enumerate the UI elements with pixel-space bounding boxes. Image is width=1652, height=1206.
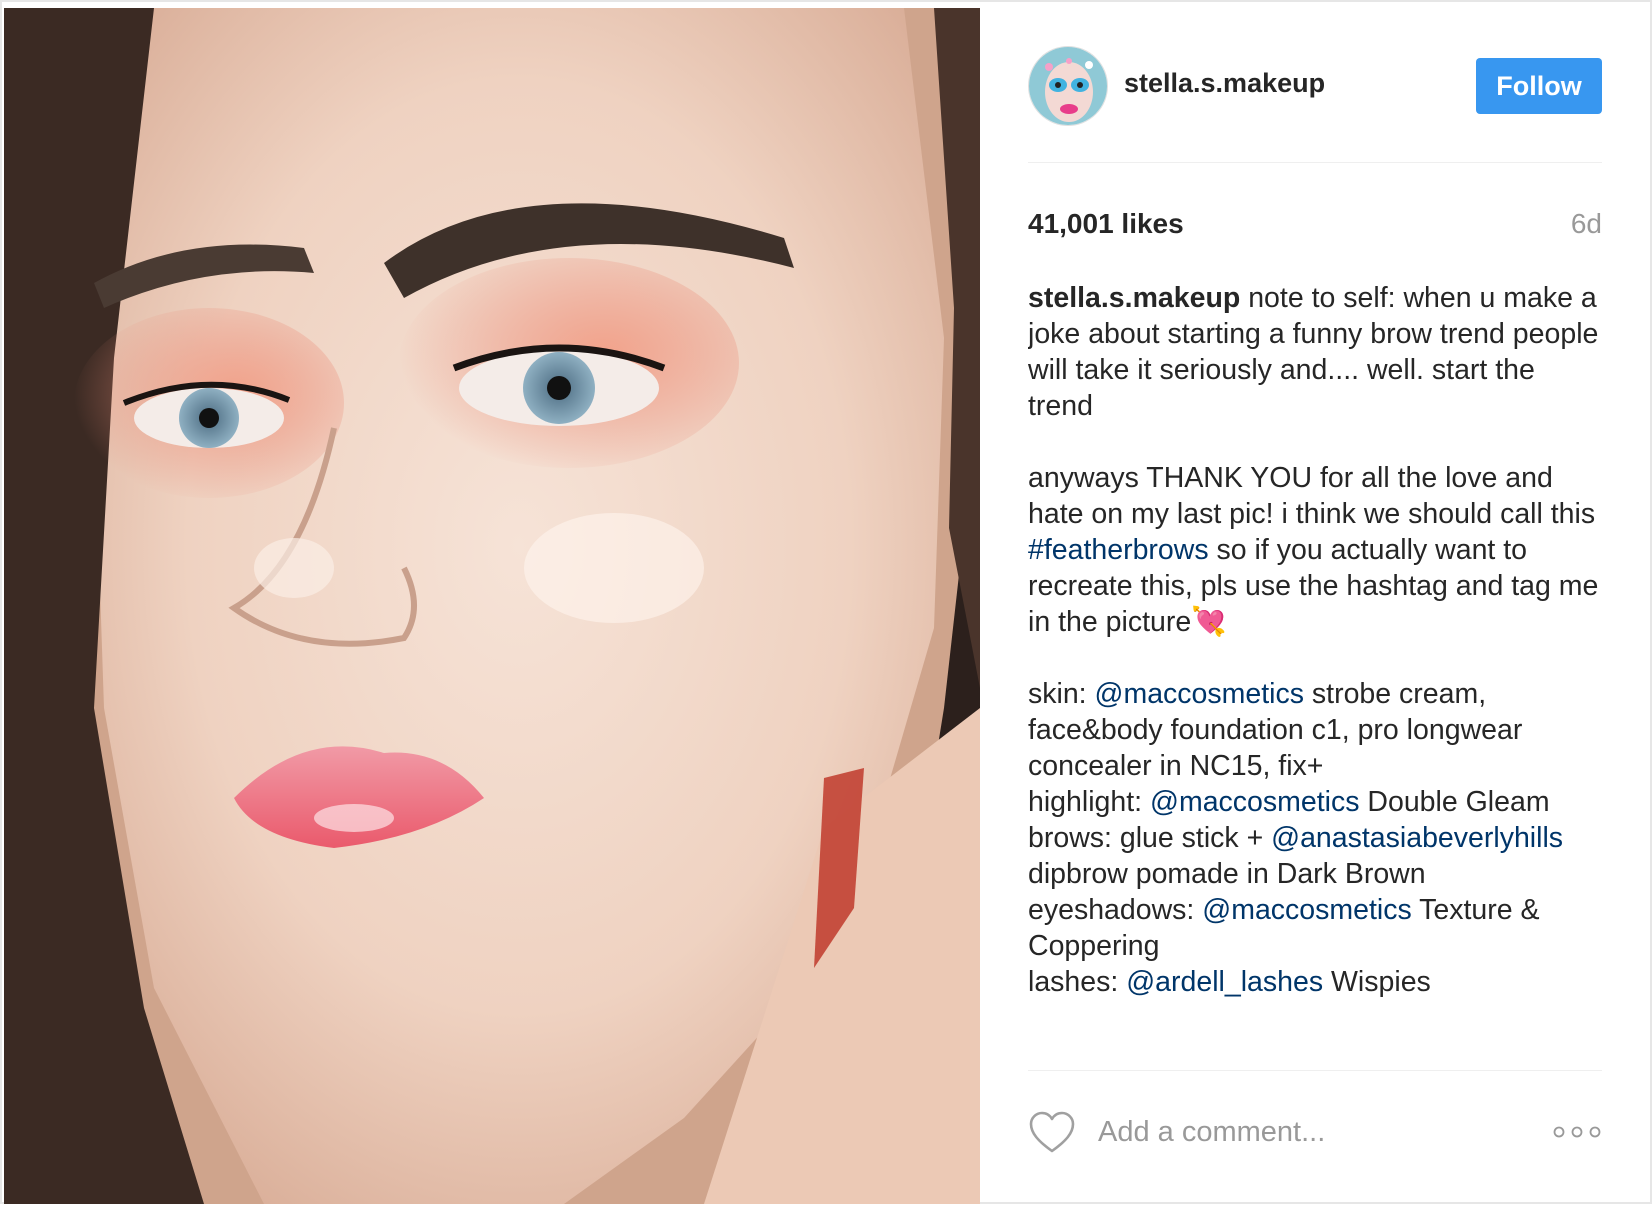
mention-link[interactable]: @maccosmetics xyxy=(1202,894,1411,926)
caption-text: Double Gleam xyxy=(1359,786,1550,818)
caption-line: lashes: @ardell_lashes Wispies xyxy=(1028,964,1602,1000)
username-link[interactable]: stella.s.makeup xyxy=(1124,68,1325,99)
caption-text: highlight: xyxy=(1028,786,1151,818)
likes-count[interactable]: 41,001 likes xyxy=(1028,208,1184,240)
avatar-image xyxy=(1029,47,1107,125)
caption-text: skin: xyxy=(1028,678,1095,710)
caption-line: anyways THANK YOU for all the love and h… xyxy=(1028,460,1602,640)
caption-text: Wispies xyxy=(1323,966,1431,998)
caption-text: lashes: xyxy=(1028,966,1127,998)
post-header: stella.s.makeup Follow xyxy=(1028,44,1602,128)
post-caption: stella.s.makeup note to self: when u mak… xyxy=(1028,280,1602,1072)
caption-spacer xyxy=(1028,640,1602,676)
hashtag-link[interactable]: #featherbrows xyxy=(1028,534,1209,566)
mention-link[interactable]: @ardell_lashes xyxy=(1126,966,1323,998)
caption-line: skin: @maccosmetics strobe cream, face&b… xyxy=(1028,676,1602,784)
mention-link[interactable]: @maccosmetics xyxy=(1150,786,1359,818)
mention-link[interactable]: @anastasiabeverlyhills xyxy=(1271,822,1563,854)
caption-text: anyways THANK YOU for all the love and h… xyxy=(1028,462,1596,530)
more-options-icon[interactable] xyxy=(1552,1124,1602,1140)
caption-text: dipbrow pomade in Dark Brown xyxy=(1028,858,1426,890)
caption-text: brows: glue stick + xyxy=(1028,822,1272,854)
post-timestamp[interactable]: 6d xyxy=(1571,208,1602,240)
caption-line: brows: glue stick + @anastasiabeverlyhil… xyxy=(1028,820,1602,892)
caption-line: highlight: @maccosmetics Double Gleam xyxy=(1028,784,1602,820)
post-side-panel: stella.s.makeup Follow 41,001 likes 6d s… xyxy=(1028,2,1602,1206)
heart-outline-icon[interactable] xyxy=(1028,1110,1076,1154)
caption-line: eyeshadows: @maccosmetics Texture & Copp… xyxy=(1028,892,1602,964)
instagram-post: stella.s.makeup Follow 41,001 likes 6d s… xyxy=(0,0,1652,1204)
heart-arrow-emoji: 💘 xyxy=(1191,606,1227,638)
divider xyxy=(1028,162,1602,163)
follow-button[interactable]: Follow xyxy=(1476,58,1602,114)
caption-text: eyeshadows: xyxy=(1028,894,1203,926)
caption-spacer xyxy=(1028,424,1602,460)
divider xyxy=(1028,1070,1602,1071)
caption-line: stella.s.makeup note to self: when u mak… xyxy=(1028,280,1602,424)
comment-footer xyxy=(1028,1104,1602,1164)
mention-link[interactable]: @maccosmetics xyxy=(1095,678,1304,710)
comment-input[interactable] xyxy=(1098,1108,1518,1156)
portrait-image xyxy=(4,8,980,1204)
avatar[interactable] xyxy=(1028,46,1108,126)
caption-username[interactable]: stella.s.makeup xyxy=(1028,282,1240,314)
post-photo[interactable] xyxy=(4,8,980,1204)
